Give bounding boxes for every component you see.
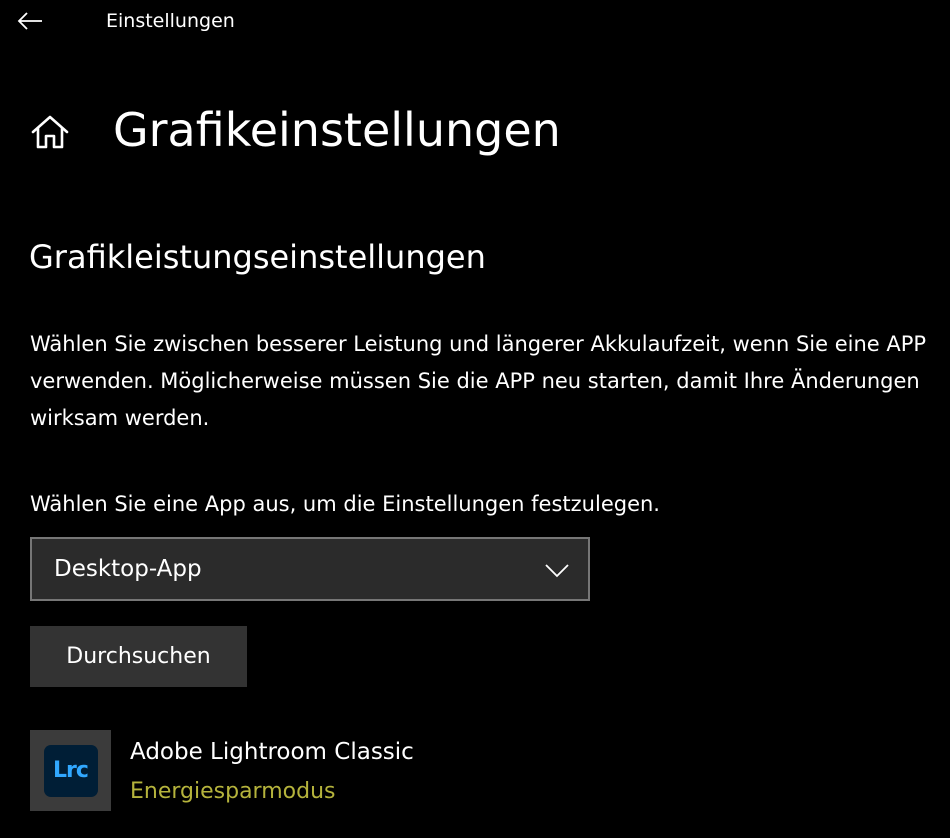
- title-bar: Einstellungen: [0, 0, 950, 42]
- page-title: Grafikeinstellungen: [113, 103, 561, 157]
- app-graphics-mode: Energiesparmodus: [130, 779, 336, 804]
- app-icon-tile: Lrc: [30, 730, 111, 811]
- back-arrow-icon: [17, 12, 42, 30]
- browse-button[interactable]: Durchsuchen: [30, 626, 247, 687]
- back-button[interactable]: [4, 0, 56, 42]
- section-title: Grafikleistungseinstellungen: [29, 238, 486, 276]
- app-list-item[interactable]: Lrc Adobe Lightroom Classic Energiesparm…: [30, 730, 630, 812]
- app-name: Adobe Lightroom Classic: [130, 739, 414, 765]
- chevron-down-icon: [545, 564, 569, 578]
- window-title: Einstellungen: [106, 10, 235, 32]
- description-text: Wählen Sie zwischen besserer Leistung un…: [30, 332, 927, 430]
- app-type-selected-value: Desktop-App: [54, 556, 202, 582]
- home-button[interactable]: [28, 110, 72, 154]
- app-type-dropdown[interactable]: Desktop-App: [30, 537, 590, 601]
- lightroom-classic-icon: Lrc: [43, 744, 98, 797]
- app-select-label: Wählen Sie eine App aus, um die Einstell…: [30, 492, 660, 516]
- home-icon: [31, 115, 69, 149]
